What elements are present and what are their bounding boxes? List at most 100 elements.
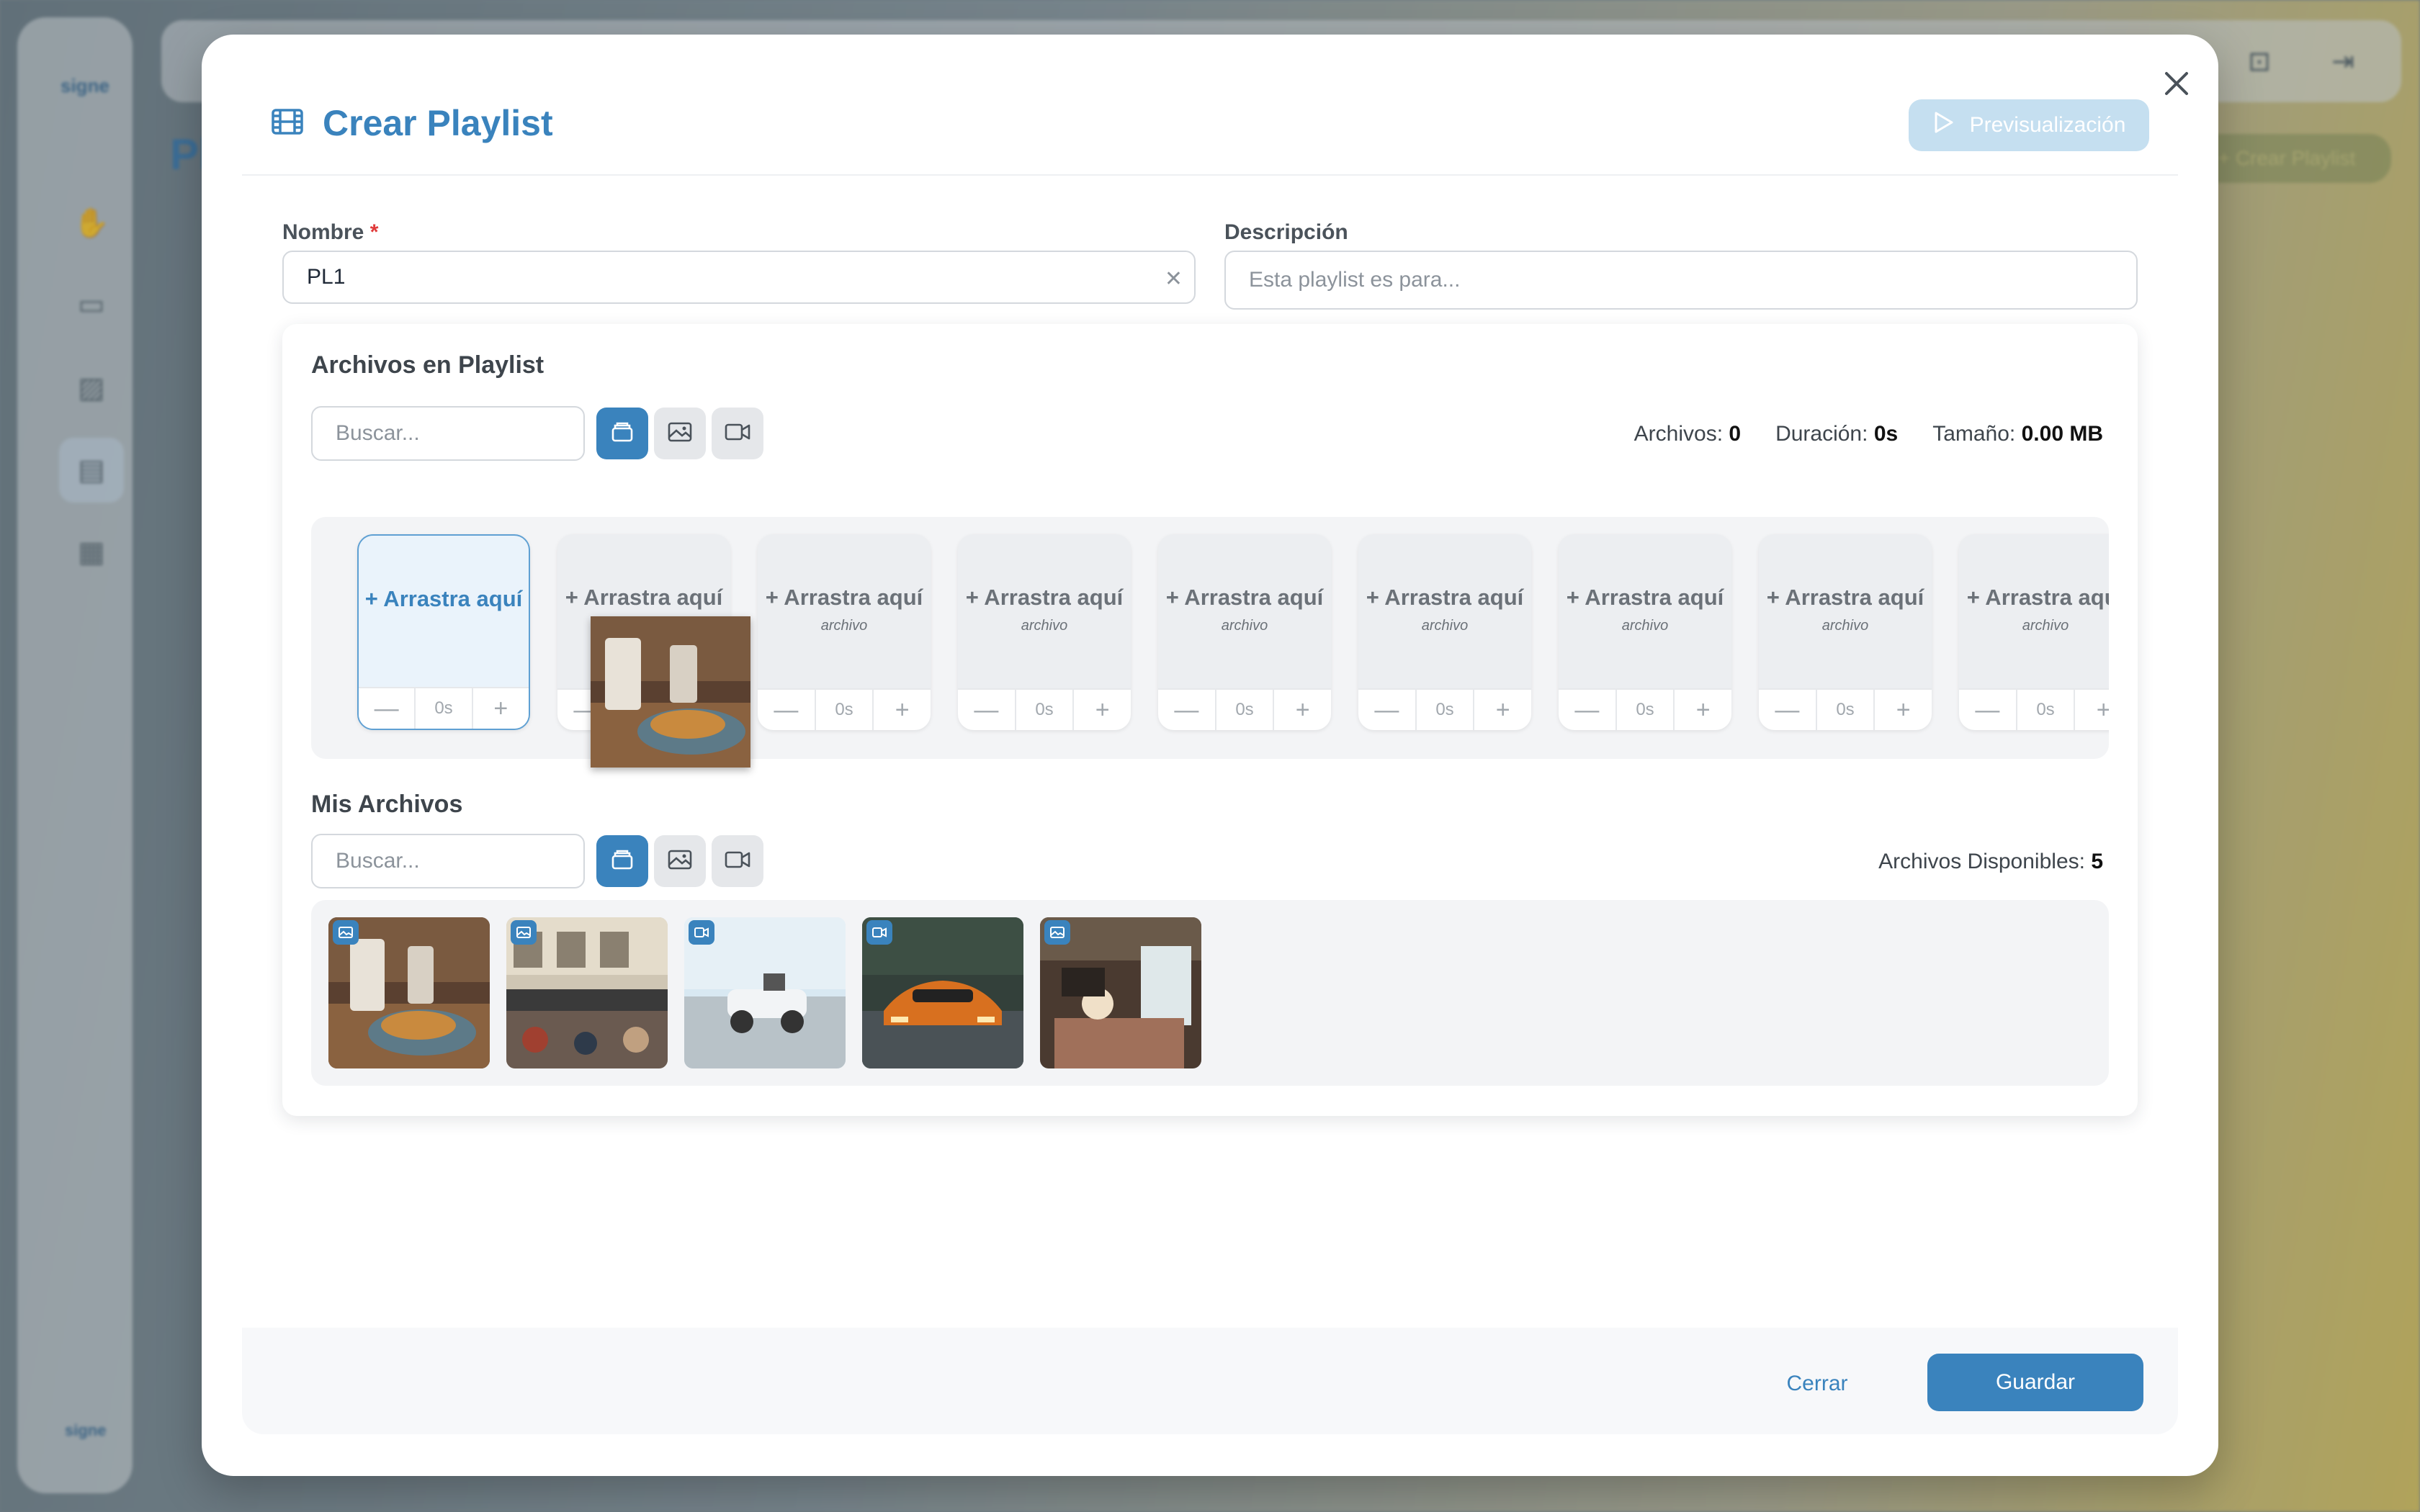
modal-footer: Cerrar Guardar [242, 1328, 2178, 1434]
image-icon [667, 849, 693, 874]
playlist-slot[interactable]: + Arrastra aquí —0s + [357, 534, 530, 730]
minus-icon[interactable]: — [1759, 690, 1816, 730]
plus-icon[interactable]: + [874, 690, 931, 730]
slot-drop-label: + Arrastra aquí [965, 585, 1124, 610]
create-playlist-modal: Crear Playlist Previsualización Nombre *… [202, 35, 2218, 1476]
slot-duration-value: 0s [1214, 690, 1275, 730]
video-icon [724, 422, 751, 446]
image-icon [667, 421, 693, 446]
video-icon [866, 920, 892, 945]
stack-icon [610, 421, 635, 446]
slot-sub-label: archivo [820, 618, 868, 634]
slot-drop-label: + Arrastra aquí [364, 586, 523, 611]
name-input-value: PL1 [307, 265, 346, 289]
slot-duration-stepper: —0s+ [1959, 688, 2109, 730]
video-file-thumbnail[interactable] [862, 917, 1023, 1068]
playlist-drop-area[interactable]: + Arrastra aquí—0s++ Arrastra aquíarchiv… [311, 517, 2109, 759]
slot-duration-stepper: —0s+ [1759, 688, 1932, 730]
image-icon [511, 920, 537, 945]
description-label: Descripción [1224, 220, 1348, 244]
minus-icon[interactable]: — [758, 690, 815, 730]
slot-sub-label: archivo [1021, 618, 1068, 634]
minus-icon[interactable]: — [1358, 690, 1415, 730]
slot-drop-label: + Arrastra aquí [765, 585, 923, 610]
minus-icon[interactable]: — [1559, 690, 1615, 730]
playlist-search-placeholder: Buscar... [336, 421, 420, 445]
filter-images-button[interactable] [654, 408, 706, 459]
preview-button[interactable]: Previsualización [1909, 99, 2149, 151]
save-button[interactable]: Guardar [1927, 1354, 2143, 1411]
plus-icon[interactable]: + [1274, 690, 1331, 730]
filter-videos-button[interactable] [712, 408, 763, 459]
slot-duration-stepper: —0s+ [359, 687, 529, 729]
my-files-area [311, 900, 2109, 1086]
image-file-thumbnail[interactable] [506, 917, 668, 1068]
playlist-slot[interactable]: + Arrastra aquí archivo —0s+ [1358, 534, 1531, 730]
image-icon [1044, 920, 1070, 945]
required-marker: * [369, 220, 379, 244]
croissant-image [591, 616, 750, 768]
playlist-slot[interactable]: + Arrastra aquí archivo —0s+ [1559, 534, 1731, 730]
slot-duration-value: 0s [1615, 690, 1675, 730]
available-files-stat: Archivos Disponibles: 5 [1878, 850, 2103, 873]
description-input[interactable]: Esta playlist es para... [1224, 251, 2138, 310]
preview-label: Previsualización [1969, 113, 2126, 137]
slot-sub-label: archivo [1221, 618, 1268, 634]
name-label-text: Nombre [282, 220, 364, 244]
description-placeholder: Esta playlist es para... [1249, 268, 1461, 292]
files-filter-videos-button[interactable] [712, 835, 763, 887]
minus-icon[interactable]: — [1158, 690, 1215, 730]
plus-icon[interactable]: + [2075, 690, 2109, 730]
plus-icon[interactable]: + [1675, 690, 1731, 730]
minus-icon[interactable]: — [1959, 690, 2016, 730]
image-icon [333, 920, 359, 945]
plus-icon[interactable]: + [1074, 690, 1131, 730]
files-search-placeholder: Buscar... [336, 849, 420, 873]
slot-duration-stepper: —0s+ [1559, 688, 1731, 730]
close-button[interactable]: Cerrar [1756, 1356, 1878, 1411]
slot-duration-value: 0s [1815, 690, 1876, 730]
minus-icon[interactable]: — [359, 688, 414, 729]
image-file-thumbnail[interactable] [328, 917, 490, 1068]
video-icon [689, 920, 714, 945]
minus-icon[interactable]: — [958, 690, 1015, 730]
stack-icon [610, 849, 635, 874]
slot-duration-value: 0s [2015, 690, 2076, 730]
video-file-thumbnail[interactable] [684, 917, 846, 1068]
slot-sub-label: archivo [1821, 618, 1869, 634]
playlist-slot[interactable]: + Arrastra aquí archivo —0s+ [1158, 534, 1331, 730]
slot-duration-value: 0s [814, 690, 874, 730]
slot-drop-label: + Arrastra aquí [1165, 585, 1324, 610]
slot-duration-stepper: —0s+ [1158, 688, 1331, 730]
slot-sub-label: archivo [2022, 618, 2069, 634]
duration-stat: Duración: 0s [1775, 422, 1899, 446]
modal-title: Crear Playlist [323, 103, 553, 143]
playlist-slot[interactable]: + Arrastra aquí archivo —0s+ [758, 534, 931, 730]
plus-icon[interactable]: + [1875, 690, 1932, 730]
playlist-slot[interactable]: + Arrastra aquí archivo —0s+ [958, 534, 1131, 730]
film-icon [271, 107, 304, 140]
slot-drop-label: + Arrastra aquí [1766, 585, 1924, 610]
plus-icon[interactable]: + [473, 688, 529, 729]
playlist-search-input[interactable]: Buscar... [311, 406, 585, 461]
files-filter-all-button[interactable] [596, 835, 648, 887]
slot-duration-value: 0s [1415, 690, 1475, 730]
dragged-file-thumbnail[interactable] [591, 616, 750, 768]
my-files-section-title: Mis Archivos [311, 791, 463, 818]
slot-duration-stepper: —0s+ [958, 688, 1131, 730]
files-count-stat: Archivos: 0 [1634, 422, 1742, 446]
playlist-stats: Archivos: 0 Duración: 0s Tamaño: 0.00 MB [1634, 422, 2103, 446]
name-input[interactable]: PL1 ✕ [282, 251, 1196, 304]
filter-all-button[interactable] [596, 408, 648, 459]
files-filter-images-button[interactable] [654, 835, 706, 887]
files-search-input[interactable]: Buscar... [311, 834, 585, 888]
slot-drop-label: + Arrastra aquí [1366, 585, 1524, 610]
slot-sub-label: archivo [1421, 618, 1469, 634]
playlist-slot[interactable]: + Arrastra aquí archivo —0s+ [1959, 534, 2109, 730]
plus-icon[interactable]: + [1474, 690, 1531, 730]
playlist-slot[interactable]: + Arrastra aquí archivo —0s+ [1759, 534, 1932, 730]
slot-duration-stepper: —0s+ [1358, 688, 1531, 730]
modal-header: Crear Playlist Previsualización [242, 35, 2178, 176]
image-file-thumbnail[interactable] [1040, 917, 1201, 1068]
clear-input-icon[interactable]: ✕ [1165, 266, 1183, 292]
